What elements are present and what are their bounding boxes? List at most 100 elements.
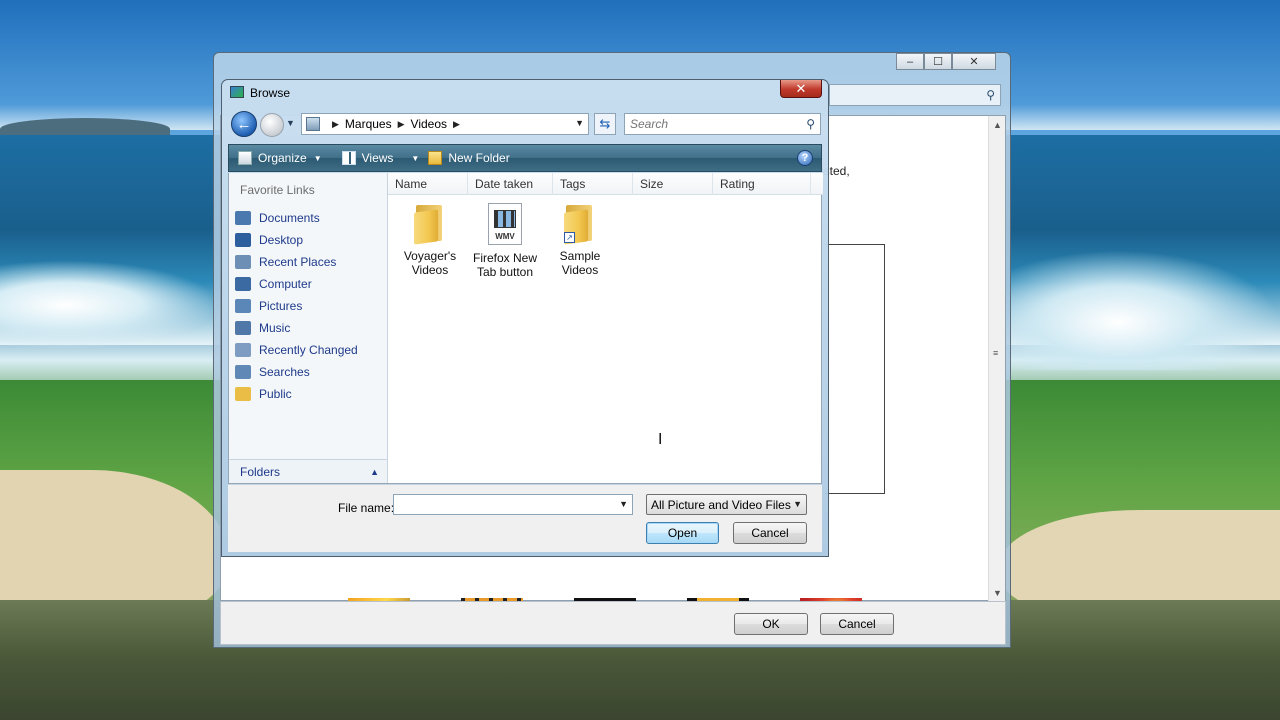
file-type-select[interactable]: All Picture and Video Files ▼ [646,494,807,515]
folder-icon [414,203,446,245]
documents-icon [235,211,251,225]
breadcrumb-separator-icon[interactable]: ▶ [332,119,339,130]
nav-item-label: Recently Changed [259,343,358,357]
column-headers: Name Date taken Tags Size Rating [388,173,823,195]
file-name-label: File name: [338,501,395,515]
minimize-button[interactable]: – [896,53,924,70]
text-cursor-icon: I [658,431,663,448]
refresh-button[interactable]: ⇆ [594,113,616,135]
column-header-tags[interactable]: Tags [553,173,633,195]
history-dropdown-icon[interactable]: ▼ [286,118,295,128]
command-toolbar: Organize ▼ Views ▼ New Folder ? [228,144,822,172]
favorite-links-list: Documents Desktop Recent Places Computer… [235,207,358,405]
dialog-body: Favorite Links Documents Desktop Recent … [228,173,823,484]
search-box[interactable]: ⚲ [624,113,821,135]
arrow-left-icon: ← [236,115,252,133]
location-icon [306,117,320,131]
organize-button[interactable]: Organize ▼ [238,145,322,171]
file-item-voyagers-videos[interactable]: Voyager's Videos [390,203,470,277]
file-name-line: Sample [559,249,601,263]
column-header-date-taken[interactable]: Date taken [468,173,553,195]
file-name-input[interactable] [394,495,614,514]
vertical-scrollbar[interactable]: ▲ ≡ ▼ [988,116,1005,602]
video-file-icon: WMV [488,203,522,245]
file-type-value: All Picture and Video Files [651,497,791,512]
nav-item-public[interactable]: Public [235,383,358,405]
nav-item-label: Searches [259,365,310,379]
desktop-wave [1010,250,1280,370]
nav-item-recently-changed[interactable]: Recently Changed [235,339,358,361]
background-button-bar: OK Cancel [220,601,1006,645]
nav-item-label: Public [259,387,292,401]
folders-toggle[interactable]: Folders ▲ [229,459,387,483]
forward-button[interactable] [260,113,284,137]
background-cancel-button[interactable]: Cancel [820,613,894,635]
search-icon: ⚲ [806,117,815,131]
scroll-up-icon[interactable]: ▲ [993,120,1002,130]
file-item-sample-videos[interactable]: ↗ Sample Videos [540,203,620,277]
dialog-title: Browse [250,86,291,100]
new-folder-label: New Folder [448,151,510,165]
breadcrumb-marques[interactable]: Marques [345,117,392,131]
file-name-line: Videos [411,263,449,277]
dialog-footer: File name: ▼ All Picture and Video Files… [228,484,822,552]
refresh-icon: ⇆ [599,116,611,131]
public-folder-icon [235,387,251,401]
nav-item-music[interactable]: Music [235,317,358,339]
nav-item-label: Computer [259,277,312,291]
nav-item-label: Pictures [259,299,303,313]
nav-item-label: Recent Places [259,255,337,269]
computer-icon [235,277,251,291]
column-header-name[interactable]: Name [388,173,468,195]
search-icon: ⚲ [986,88,995,102]
views-button[interactable]: Views ▼ [341,145,420,171]
cancel-button[interactable]: Cancel [733,522,807,544]
nav-item-label: Documents [259,211,320,225]
file-list: Name Date taken Tags Size Rating Voyager… [388,173,823,483]
file-name-combobox[interactable]: ▼ [393,494,633,515]
file-name-line: Tab button [476,265,534,279]
dialog-close-button[interactable]: ✕ [780,80,822,98]
pictures-icon [235,299,251,313]
background-search-box[interactable]: ⚲ [829,84,1001,106]
app-icon [230,86,244,98]
file-item-firefox-new-tab-button[interactable]: WMV Firefox New Tab button [465,203,545,279]
shortcut-arrow-icon: ↗ [564,232,575,243]
chevron-down-icon: ▼ [411,153,420,163]
scroll-down-icon[interactable]: ▼ [993,588,1002,598]
maximize-button[interactable]: ☐ [924,53,952,70]
breadcrumb-videos[interactable]: Videos [411,117,447,131]
wmv-badge: WMV [495,232,515,241]
ok-button[interactable]: OK [734,613,808,635]
nav-item-documents[interactable]: Documents [235,207,358,229]
breadcrumb-separator-icon[interactable]: ▶ [453,119,460,130]
file-name-line: Videos [561,263,599,277]
nav-item-desktop[interactable]: Desktop [235,229,358,251]
chevron-down-icon[interactable]: ▼ [619,499,628,509]
preview-frame [825,244,885,494]
address-dropdown-icon[interactable]: ▼ [575,118,584,128]
back-button[interactable]: ← [231,111,257,137]
music-icon [235,321,251,335]
scroll-grip-icon[interactable]: ≡ [993,348,998,358]
address-bar[interactable]: ▶ Marques ▶ Videos ▶ ▼ [301,113,589,135]
nav-item-searches[interactable]: Searches [235,361,358,383]
breadcrumb-separator-icon[interactable]: ▶ [398,119,405,130]
close-button[interactable]: ✕ [952,53,996,70]
search-input[interactable] [625,114,795,134]
recently-changed-icon [235,343,251,357]
searches-icon [235,365,251,379]
column-header-rating[interactable]: Rating [713,173,811,195]
nav-item-recent-places[interactable]: Recent Places [235,251,358,273]
help-button[interactable]: ? [797,150,813,166]
new-folder-button[interactable]: New Folder [428,145,510,171]
open-button[interactable]: Open [646,522,719,544]
new-folder-icon [428,151,443,165]
favorite-links-heading: Favorite Links [240,183,315,197]
file-name-line: Firefox New [472,251,537,265]
nav-item-pictures[interactable]: Pictures [235,295,358,317]
desktop-wave-left [0,260,220,350]
nav-item-computer[interactable]: Computer [235,273,358,295]
column-header-size[interactable]: Size [633,173,713,195]
views-label: Views [361,151,394,165]
